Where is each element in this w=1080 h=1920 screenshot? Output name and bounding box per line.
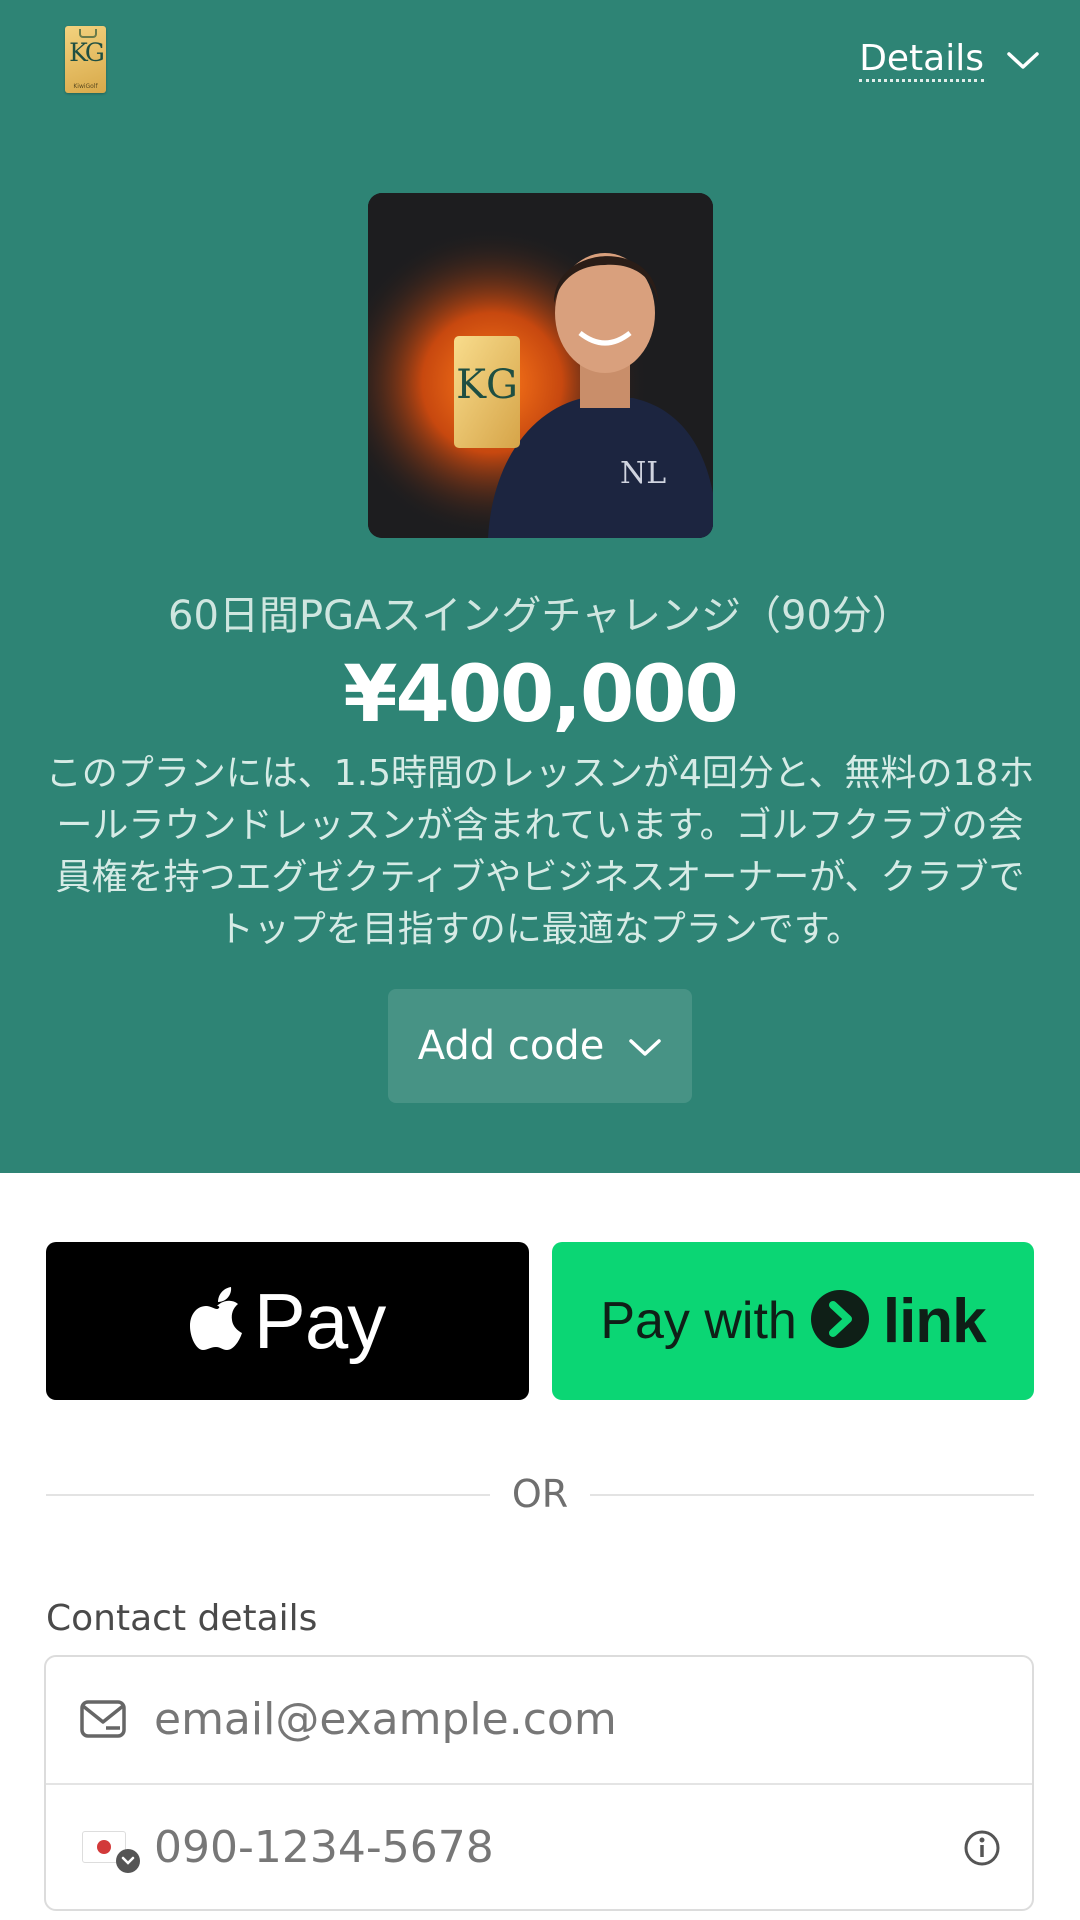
svg-text:KG: KG (456, 362, 518, 408)
chevron-down-icon (628, 1023, 662, 1069)
link-brand-label: link (882, 1286, 987, 1356)
product-title: 60日間PGAスイングチャレンジ（90分） (168, 593, 912, 639)
product-image: NL KG (368, 193, 713, 538)
envelope-icon (80, 1700, 126, 1742)
pay-with-label: Pay with (600, 1292, 797, 1350)
apple-pay-label: Pay (253, 1276, 386, 1365)
product-description: このプランには、1.5時間のレッスンが4回分と、無料の18ホールラウンドレッスン… (45, 753, 1035, 950)
details-label: Details (859, 38, 984, 82)
contact-details-form (44, 1655, 1034, 1911)
email-input[interactable] (152, 1693, 856, 1746)
chevron-down-icon (116, 1849, 140, 1873)
email-field-row (46, 1657, 1032, 1785)
contact-details-label: Contact details (46, 1598, 318, 1639)
details-toggle[interactable]: Details (859, 38, 1040, 82)
link-logo-icon (810, 1290, 869, 1352)
product-price: ¥400,000 (343, 650, 739, 740)
svg-text:NL: NL (620, 456, 666, 491)
or-label: OR (489, 1472, 591, 1516)
phone-field-row (46, 1785, 1032, 1909)
add-code-button[interactable]: Add code (388, 989, 692, 1103)
merchant-logo: KG KiwiGolf (65, 26, 106, 93)
info-icon[interactable] (964, 1830, 1000, 1870)
add-code-label: Add code (417, 1023, 605, 1069)
apple-pay-button[interactable]: Pay (46, 1242, 529, 1400)
chevron-down-icon (1006, 40, 1040, 81)
phone-input[interactable] (152, 1821, 856, 1874)
apple-logo-icon (189, 1286, 244, 1356)
pay-with-link-button[interactable]: Pay with link (552, 1242, 1034, 1400)
or-divider: OR (46, 1472, 1034, 1516)
order-summary-header: KG KiwiGolf Details NL KG 60日間PGAスイングチャレ… (0, 0, 1080, 1173)
